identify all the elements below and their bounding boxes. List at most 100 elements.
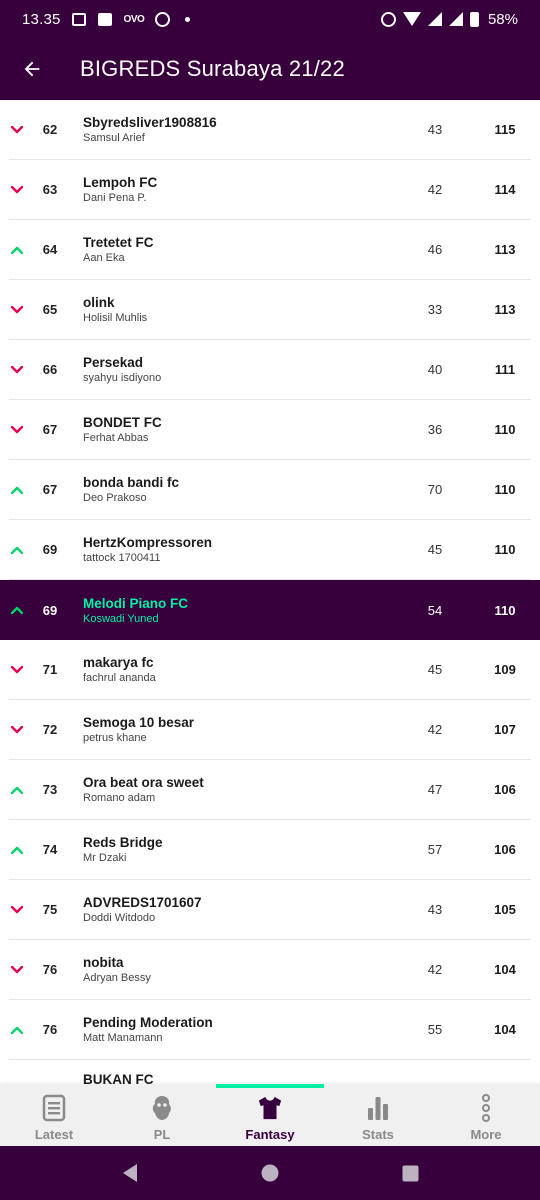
total-points: 113 xyxy=(494,242,516,257)
table-row[interactable]: 63 Lempoh FC Dani Pena P. 42 114 xyxy=(9,160,531,220)
back-button[interactable] xyxy=(0,38,64,100)
team-name: Persekad xyxy=(83,355,144,370)
team-info: HertzKompressoren tattock 1700411 xyxy=(83,535,415,564)
table-row[interactable]: 64 Tretetet FC Aan Eka 46 113 xyxy=(9,220,531,280)
total-points: 110 xyxy=(494,542,516,557)
manager-name: tattock 1700411 xyxy=(83,552,161,564)
nav-pl-label: PL xyxy=(153,1127,171,1142)
triangle-back-icon xyxy=(123,1164,137,1182)
arrow-down-icon xyxy=(10,125,23,134)
table-row[interactable]: 67 bonda bandi fc Deo Prakoso 70 110 xyxy=(9,460,531,520)
gameweek-points: 57 xyxy=(427,842,443,857)
arrow-down-icon xyxy=(10,725,23,734)
nav-latest[interactable]: Latest xyxy=(0,1084,108,1146)
gameweek-points: 47 xyxy=(427,782,443,797)
nav-more[interactable]: More xyxy=(432,1084,540,1146)
manager-name: Mr Dzaki xyxy=(83,852,127,864)
gameweek-points: 40 xyxy=(427,362,443,377)
total-points: 109 xyxy=(494,662,516,677)
manager-name: petrus khane xyxy=(83,732,147,744)
nav-stats[interactable]: Stats xyxy=(324,1084,432,1146)
manager-name: syahyu isdiyono xyxy=(83,372,162,384)
table-row[interactable]: 69 HertzKompressoren tattock 1700411 45 110 xyxy=(9,520,531,580)
team-info: Lempoh FC Dani Pena P. xyxy=(83,175,415,204)
table-row-my-team[interactable]: 69 Melodi Piano FC Koswadi Yuned 54 110 xyxy=(0,580,540,640)
alarm-icon xyxy=(380,11,396,27)
arrow-up-icon xyxy=(10,786,23,794)
manager-name: Dani Pena P. xyxy=(83,192,147,204)
table-row[interactable]: 71 makarya fc fachrul ananda 45 109 xyxy=(9,640,531,700)
nav-fantasy[interactable]: Fantasy xyxy=(216,1084,324,1146)
wifi-icon xyxy=(402,12,421,26)
system-back-button[interactable] xyxy=(118,1161,142,1185)
total-points: 115 xyxy=(494,122,516,137)
arrow-up-icon xyxy=(10,246,23,254)
manager-name: Aan Eka xyxy=(83,252,125,264)
system-recents-button[interactable] xyxy=(398,1161,422,1185)
team-info: BONDET FC Ferhat Abbas xyxy=(83,415,415,444)
team-name: Tretetet FC xyxy=(83,235,154,250)
manager-name: Doddi Witdodo xyxy=(83,912,156,924)
dot-icon xyxy=(185,16,191,22)
fantasy-shirt-icon xyxy=(257,1094,283,1122)
table-row[interactable]: 65 olink Holisil Muhlis 33 113 xyxy=(9,280,531,340)
total-points: 113 xyxy=(494,302,516,317)
signal-icon-2 xyxy=(448,12,463,26)
system-home-button[interactable] xyxy=(258,1161,282,1185)
table-row[interactable]: 73 Ora beat ora sweet Romano adam 47 106 xyxy=(9,760,531,820)
battery-icon xyxy=(469,11,479,27)
team-name: HertzKompressoren xyxy=(83,535,213,550)
team-name: nobita xyxy=(83,955,124,970)
team-info: Melodi Piano FC Koswadi Yuned xyxy=(83,596,415,625)
rank: 63 xyxy=(42,182,58,197)
gameweek-points: 43 xyxy=(427,902,443,917)
standings-list[interactable]: 62 Sbyredsliver1908816 Samsul Arief 43 115 63… xyxy=(0,100,540,1084)
circle-home-icon xyxy=(261,1164,279,1182)
manager-name: Ferhat Abbas xyxy=(83,432,149,444)
team-info: bonda bandi fc Deo Prakoso xyxy=(83,475,415,504)
table-row[interactable]: 62 Sbyredsliver1908816 Samsul Arief 43 115 xyxy=(9,100,531,160)
manager-name: Holisil Muhlis xyxy=(83,312,148,324)
page-title: BIGREDS Surabaya 21/22 xyxy=(80,56,345,81)
total-points: 114 xyxy=(494,182,516,197)
nav-pl[interactable]: PL xyxy=(108,1084,216,1146)
nav-latest-label: Latest xyxy=(34,1127,74,1142)
table-row[interactable]: 66 Persekad syahyu isdiyono 40 111 xyxy=(9,340,531,400)
total-points: 111 xyxy=(494,362,516,377)
table-row[interactable]: 67 BONDET FC Ferhat Abbas 36 110 xyxy=(9,400,531,460)
nav-stats-label: Stats xyxy=(362,1127,394,1142)
total-points: 104 xyxy=(494,962,516,977)
manager-name: Koswadi Yuned xyxy=(83,612,159,625)
team-name: BONDET FC xyxy=(83,415,162,430)
team-name: Ora beat ora sweet xyxy=(83,775,204,790)
table-row[interactable]: 76 Pending Moderation Matt Manamann 55 104 xyxy=(9,1000,531,1060)
rank: 75 xyxy=(42,902,58,917)
gameweek-points: 45 xyxy=(427,542,443,557)
arrow-down-icon xyxy=(10,665,23,674)
table-row[interactable]: 75 ADVREDS1701607 Doddi Witdodo 43 105 xyxy=(9,880,531,940)
rank: 74 xyxy=(42,842,58,857)
rank: 64 xyxy=(42,242,58,257)
latest-icon xyxy=(41,1094,67,1122)
status-bar: 13.35 OVO 58% xyxy=(0,0,540,38)
team-info: BUKAN FC xyxy=(83,1060,531,1084)
table-row[interactable]: 72 Semoga 10 besar petrus khane 42 107 xyxy=(9,700,531,760)
team-info: Tretetet FC Aan Eka xyxy=(83,235,415,264)
arrow-down-icon xyxy=(10,185,23,194)
gameweek-points: 70 xyxy=(427,482,443,497)
gameweek-points: 42 xyxy=(427,182,443,197)
team-name: Pending Moderation xyxy=(83,1015,213,1030)
arrow-up-icon xyxy=(10,546,23,554)
table-row-partial[interactable]: BUKAN FC xyxy=(9,1060,531,1084)
rank: 69 xyxy=(42,542,58,557)
rank: 67 xyxy=(42,422,58,437)
manager-name: Samsul Arief xyxy=(83,132,145,144)
arrow-down-icon xyxy=(10,965,23,974)
nav-fantasy-label: Fantasy xyxy=(245,1127,295,1142)
bottom-nav: Latest PL Fantasy Stats More xyxy=(0,1084,540,1146)
table-row[interactable]: 76 nobita Adryan Bessy 42 104 xyxy=(9,940,531,1000)
status-time: 13.35 xyxy=(22,10,61,28)
team-info: nobita Adryan Bessy xyxy=(83,955,415,984)
table-row[interactable]: 74 Reds Bridge Mr Dzaki 57 106 xyxy=(9,820,531,880)
team-name: Melodi Piano FC xyxy=(83,595,189,611)
